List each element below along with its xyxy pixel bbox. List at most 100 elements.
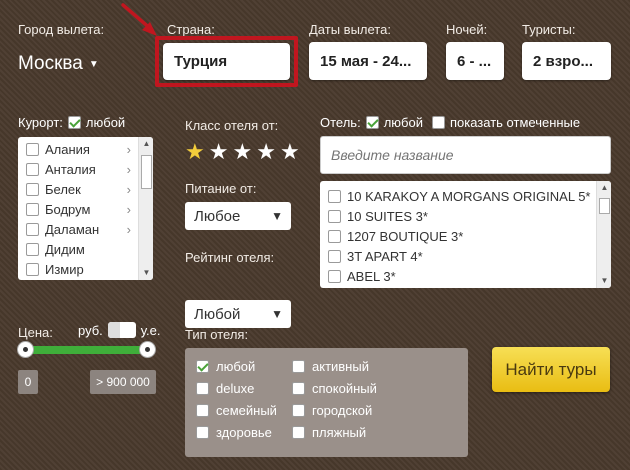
hotel-type-item[interactable]: deluxe (196, 377, 277, 399)
star-icon[interactable]: ★ (185, 141, 205, 163)
hotel-type-label: семейный (216, 402, 277, 418)
price-max-value: > 900 000 (90, 370, 156, 394)
hotel-item[interactable]: ABEL 3* (320, 266, 611, 286)
price-max-handle[interactable] (139, 341, 156, 358)
hotel-type-checkbox[interactable] (292, 359, 305, 373)
city-label: Город вылета: (18, 22, 105, 37)
resort-checkbox[interactable] (26, 142, 39, 156)
hotel-marked-checkbox[interactable] (431, 116, 445, 129)
hotel-type-label: Тип отеля: (185, 327, 249, 342)
resort-item[interactable]: Белек › (18, 179, 153, 199)
hotel-type-item[interactable]: здоровье (196, 421, 277, 443)
hotel-type-panel: любой deluxe семейный здоровье активный спок… (185, 348, 468, 457)
star-icon[interactable]: ★ (256, 141, 276, 163)
star-icon[interactable]: ★ (209, 141, 229, 163)
dates-field[interactable]: 15 мая - 24... (309, 42, 427, 80)
chevron-right-icon[interactable]: › (127, 202, 131, 217)
hotel-search-input[interactable] (320, 136, 611, 174)
hotel-type-checkbox[interactable] (196, 425, 209, 439)
hotel-checkbox[interactable] (328, 249, 341, 263)
hotel-type-label: здоровье (216, 424, 272, 440)
resort-item-label: Алания (45, 141, 90, 157)
tourists-field[interactable]: 2 взро... (522, 42, 611, 80)
chevron-down-icon: ▼ (271, 209, 283, 223)
scroll-thumb[interactable] (599, 198, 610, 214)
hotel-checkbox[interactable] (328, 209, 341, 223)
scroll-up-icon[interactable]: ▲ (139, 137, 153, 151)
country-field[interactable]: Турция (163, 43, 290, 80)
chevron-right-icon[interactable]: › (127, 142, 131, 157)
resort-item-label: Дидим (45, 241, 85, 257)
hotel-label: Отель: (320, 115, 361, 130)
resort-item-label: Бодрум (45, 201, 91, 217)
price-min-handle[interactable] (17, 341, 34, 358)
chevron-right-icon[interactable]: › (127, 182, 131, 197)
currency-switch[interactable] (107, 322, 136, 338)
hotel-checkbox[interactable] (328, 229, 341, 243)
resort-item-label: Анталия (45, 161, 96, 177)
resort-item-label: Даламан (45, 221, 100, 237)
resort-label: Курорт: (18, 115, 63, 130)
hotel-scrollbar[interactable]: ▲ ▼ (596, 181, 611, 288)
hotel-item-label: 3T APART 4* (347, 248, 423, 264)
resort-header: Курорт: любой (18, 115, 125, 130)
star-icon[interactable]: ★ (280, 141, 300, 163)
hotel-checkbox[interactable] (328, 269, 341, 283)
hotel-type-item[interactable]: любой (196, 355, 277, 377)
resort-checkbox[interactable] (26, 162, 39, 176)
chevron-down-icon: ▼ (88, 58, 99, 70)
hotel-type-checkbox[interactable] (196, 403, 209, 417)
tourists-value: 2 взро... (533, 52, 594, 70)
hotel-type-item[interactable]: активный (292, 355, 377, 377)
resort-item-label: Измир (45, 261, 84, 277)
hotel-type-item[interactable]: пляжный (292, 421, 377, 443)
hotel-any-checkbox[interactable] (365, 116, 379, 129)
find-tours-button[interactable]: Найти туры (492, 347, 610, 392)
resort-item[interactable]: Бодрум › (18, 199, 153, 219)
resort-item[interactable]: Алания › (18, 139, 153, 159)
star-rating: ★ ★ ★ ★ ★ (185, 141, 300, 163)
resort-item-label: Белек (45, 181, 81, 197)
hotel-any-label: любой (383, 115, 423, 130)
scroll-thumb[interactable] (141, 155, 152, 189)
hotel-type-item[interactable]: спокойный (292, 377, 377, 399)
city-selector[interactable]: Москва ▼ (18, 53, 99, 75)
resort-checkbox[interactable] (26, 262, 39, 276)
scroll-up-icon[interactable]: ▲ (597, 181, 611, 195)
scroll-down-icon[interactable]: ▼ (139, 266, 153, 280)
resort-any-checkbox[interactable] (67, 116, 81, 129)
resort-item[interactable]: Измир (18, 259, 153, 279)
hotel-item[interactable]: 1207 BOUTIQUE 3* (320, 226, 611, 246)
hotel-type-label: городской (312, 402, 373, 418)
resort-item[interactable]: Даламан › (18, 219, 153, 239)
nights-field[interactable]: 6 - ... (446, 42, 504, 80)
star-icon[interactable]: ★ (232, 141, 252, 163)
hotel-type-item[interactable]: семейный (196, 399, 277, 421)
hotel-class-label: Класс отеля от: (185, 118, 279, 133)
hotel-item[interactable]: 10 KARAKOY A MORGANS ORIGINAL 5* (320, 186, 611, 206)
resort-scrollbar[interactable]: ▲ ▼ (138, 137, 153, 280)
chevron-right-icon[interactable]: › (127, 222, 131, 237)
hotel-item-label: 10 SUITES 3* (347, 208, 428, 224)
meal-select[interactable]: Любое ▼ (185, 202, 291, 230)
resort-item[interactable]: Дидим (18, 239, 153, 259)
resort-checkbox[interactable] (26, 202, 39, 216)
resort-checkbox[interactable] (26, 182, 39, 196)
hotel-item-label: 1207 BOUTIQUE 3* (347, 228, 464, 244)
hotel-type-checkbox[interactable] (196, 381, 209, 395)
resort-checkbox[interactable] (26, 222, 39, 236)
resort-checkbox[interactable] (26, 242, 39, 256)
hotel-item[interactable]: 10 SUITES 3* (320, 206, 611, 226)
chevron-right-icon[interactable]: › (127, 162, 131, 177)
hotel-type-checkbox[interactable] (292, 381, 305, 395)
hotel-checkbox[interactable] (328, 189, 341, 203)
rating-select[interactable]: Любой ▼ (185, 300, 291, 328)
hotel-type-checkbox[interactable] (292, 425, 305, 439)
hotel-type-checkbox[interactable] (292, 403, 305, 417)
price-slider-track[interactable] (25, 346, 148, 354)
resort-item[interactable]: Анталия › (18, 159, 153, 179)
hotel-type-checkbox[interactable] (196, 359, 209, 373)
hotel-item[interactable]: 3T APART 4* (320, 246, 611, 266)
hotel-type-item[interactable]: городской (292, 399, 377, 421)
scroll-down-icon[interactable]: ▼ (597, 274, 611, 288)
